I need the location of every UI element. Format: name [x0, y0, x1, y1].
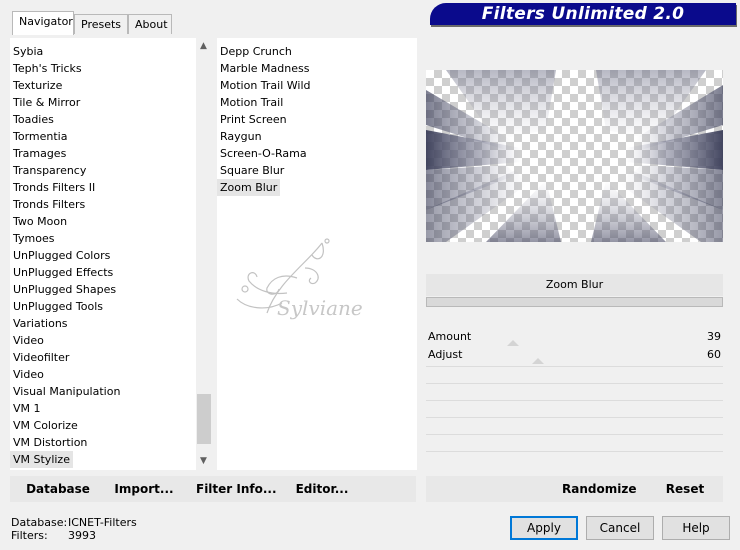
- tab-about[interactable]: About: [128, 14, 172, 34]
- category-item[interactable]: Variations: [10, 315, 71, 332]
- editor-button[interactable]: Editor...: [292, 479, 352, 499]
- tab-navigator-label: Navigator: [19, 15, 73, 28]
- category-item[interactable]: Tymoes: [10, 230, 57, 247]
- scroll-down-icon[interactable]: ▼: [196, 453, 211, 470]
- reset-button[interactable]: Reset: [660, 479, 710, 499]
- category-item[interactable]: Videofilter: [10, 349, 72, 366]
- filter-info-button-label: Filter Info...: [196, 482, 277, 496]
- database-status-value: ICNET-Filters: [68, 516, 137, 529]
- category-item[interactable]: Toadies: [10, 111, 57, 128]
- editor-button-label: Editor...: [295, 482, 349, 496]
- filter-item[interactable]: Screen-O-Rama: [217, 145, 310, 162]
- param-value: 39: [707, 330, 721, 343]
- category-item[interactable]: Texturize: [10, 77, 65, 94]
- category-item[interactable]: VM Colorize: [10, 417, 81, 434]
- filter-item[interactable]: Motion Trail: [217, 94, 286, 111]
- param-row-amount[interactable]: Amount 39: [426, 328, 723, 346]
- database-button-label: Database: [26, 482, 90, 496]
- help-button[interactable]: Help: [662, 516, 730, 540]
- apply-button[interactable]: Apply: [510, 516, 578, 540]
- database-button[interactable]: Database: [24, 479, 92, 499]
- category-scrollbar[interactable]: ▲ ▼: [196, 38, 212, 470]
- category-item[interactable]: VM 1: [10, 400, 44, 417]
- filter-info-button[interactable]: Filter Info...: [196, 479, 277, 499]
- watermark-text: Sylviane: [277, 296, 363, 320]
- category-item[interactable]: Tile & Mirror: [10, 94, 83, 111]
- param-divider: [426, 366, 723, 367]
- filter-item[interactable]: Zoom Blur: [217, 179, 281, 196]
- param-label: Amount: [428, 330, 472, 343]
- category-item[interactable]: Two Moon: [10, 213, 70, 230]
- cancel-button-label: Cancel: [599, 521, 641, 535]
- param-row-adjust[interactable]: Adjust 60: [426, 346, 723, 364]
- tab-presets-label: Presets: [81, 18, 122, 31]
- category-item[interactable]: Visual Manipulation: [10, 383, 123, 400]
- filters-status-label: Filters:: [11, 529, 48, 542]
- param-divider: [426, 451, 723, 452]
- param-divider: [426, 400, 723, 401]
- slider-thumb[interactable]: [532, 358, 544, 364]
- scroll-up-icon[interactable]: ▲: [196, 38, 211, 55]
- filters-status-value: 3993: [68, 529, 96, 542]
- randomize-button[interactable]: Randomize: [562, 479, 637, 499]
- category-item[interactable]: Video: [10, 332, 47, 349]
- category-item[interactable]: Transparency: [10, 162, 89, 179]
- category-item[interactable]: UnPlugged Colors: [10, 247, 113, 264]
- category-item[interactable]: UnPlugged Tools: [10, 298, 106, 315]
- help-button-label: Help: [682, 521, 710, 535]
- app-banner-title: Filters Unlimited 2.0: [481, 4, 685, 24]
- filter-list[interactable]: Sylviane Depp Crunch Marble Madness Motion…: [217, 38, 417, 470]
- filter-item[interactable]: Print Screen: [217, 111, 290, 128]
- category-item[interactable]: Tronds Filters II: [10, 179, 98, 196]
- database-status-label: Database:: [11, 516, 68, 529]
- apply-button-label: Apply: [527, 521, 561, 535]
- tab-navigator[interactable]: Navigator: [12, 11, 74, 35]
- filter-item[interactable]: Marble Madness: [217, 60, 312, 77]
- param-label: Adjust: [428, 348, 463, 361]
- param-divider: [426, 383, 723, 384]
- param-divider: [426, 434, 723, 435]
- filter-item[interactable]: Motion Trail Wild: [217, 77, 314, 94]
- randomize-button-label: Randomize: [562, 482, 637, 496]
- app-banner: Filters Unlimited 2.0: [430, 3, 736, 25]
- tab-presets[interactable]: Presets: [74, 14, 128, 34]
- category-item[interactable]: UnPlugged Shapes: [10, 281, 119, 298]
- category-item[interactable]: Tormentia: [10, 128, 70, 145]
- tab-about-label: About: [135, 18, 168, 31]
- filter-item[interactable]: Depp Crunch: [217, 43, 295, 60]
- category-item[interactable]: Sybia: [10, 43, 46, 60]
- category-item[interactable]: Tramages: [10, 145, 69, 162]
- filter-title-bar: [426, 297, 723, 307]
- navigator-panel: Sybia Teph's Tricks Texturize Tile & Mirror…: [10, 34, 730, 504]
- zoom-blur-preview: [426, 70, 723, 242]
- category-item[interactable]: VM Stylize: [10, 451, 73, 468]
- filter-item[interactable]: Square Blur: [217, 162, 287, 179]
- category-item[interactable]: UnPlugged Effects: [10, 264, 116, 281]
- filter-title: Zoom Blur: [426, 274, 723, 296]
- category-item[interactable]: Teph's Tricks: [10, 60, 85, 77]
- parameter-panel: Amount 39 Adjust 60: [426, 328, 723, 468]
- category-item[interactable]: VM Distortion: [10, 434, 90, 451]
- param-divider: [426, 417, 723, 418]
- cancel-button[interactable]: Cancel: [586, 516, 654, 540]
- category-item[interactable]: Tronds Filters: [10, 196, 88, 213]
- import-button-label: Import...: [114, 482, 174, 496]
- category-item[interactable]: Video: [10, 366, 47, 383]
- reset-button-label: Reset: [665, 482, 705, 496]
- scroll-thumb[interactable]: [197, 394, 211, 444]
- param-value: 60: [707, 348, 721, 361]
- filter-item[interactable]: Raygun: [217, 128, 265, 145]
- import-button[interactable]: Import...: [114, 479, 174, 499]
- category-list[interactable]: Sybia Teph's Tricks Texturize Tile & Mirror…: [10, 38, 196, 470]
- preview-image: [426, 70, 723, 242]
